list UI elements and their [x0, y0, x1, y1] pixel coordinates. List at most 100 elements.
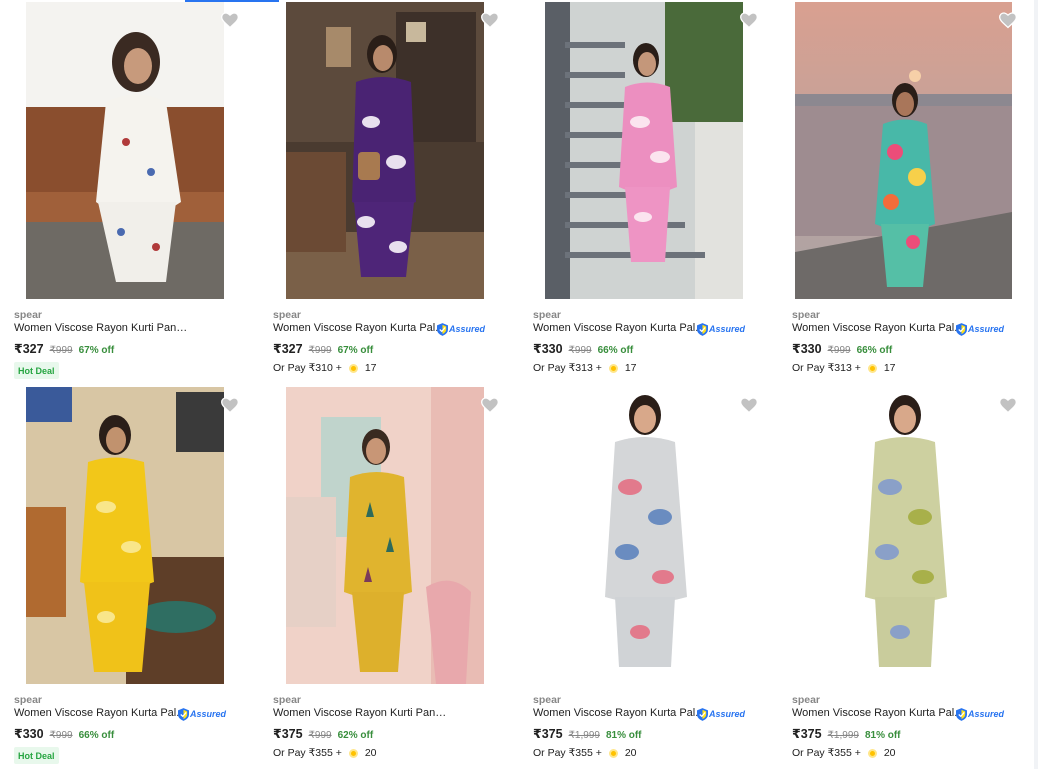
product-title[interactable]: Women Viscose Rayon Kurta Pal...	[14, 707, 185, 719]
assured-label: Assured	[709, 324, 746, 334]
hot-deal-badge: Hot Deal	[14, 362, 59, 379]
coin-icon	[608, 363, 618, 373]
price-row: ₹375 ₹999 62% off	[273, 726, 373, 741]
product-card[interactable]: spear Women Viscose Rayon Kurti Pant Set…	[259, 385, 509, 769]
product-title[interactable]: Women Viscose Rayon Kurta Pal...	[273, 322, 444, 334]
shield-check-icon	[956, 707, 967, 721]
discount-percent: 67% off	[78, 345, 115, 356]
or-pay-with-coins: Or Pay ₹355 + 20	[533, 747, 637, 759]
or-pay-with-coins: Or Pay ₹313 + 17	[792, 362, 896, 374]
wishlist-heart-icon[interactable]	[998, 395, 1018, 415]
discount-percent: 67% off	[337, 345, 374, 356]
price-row: ₹375 ₹1,999 81% off	[533, 726, 642, 741]
product-card[interactable]: spear Women Viscose Rayon Kurta Pal... A…	[778, 385, 1028, 769]
product-image[interactable]	[795, 387, 1012, 684]
selling-price: ₹330	[533, 342, 563, 356]
assured-label: Assured	[190, 709, 227, 719]
or-pay-text: Or Pay ₹355 +	[533, 747, 602, 759]
coin-icon	[867, 748, 877, 758]
wishlist-heart-icon[interactable]	[739, 10, 759, 30]
product-image[interactable]	[545, 2, 743, 299]
wishlist-heart-icon[interactable]	[998, 10, 1018, 30]
price-row: ₹327 ₹999 67% off	[14, 341, 114, 356]
shield-check-icon	[437, 322, 448, 336]
product-card[interactable]: spear Women Viscose Rayon Kurta Pal... A…	[519, 0, 769, 385]
product-image[interactable]	[545, 387, 743, 684]
selling-price: ₹375	[792, 727, 822, 741]
product-card[interactable]: spear Women Viscose Rayon Kurti Pant Set…	[0, 0, 250, 385]
product-image[interactable]	[26, 2, 224, 299]
brand-name: spear	[533, 309, 562, 321]
shield-check-icon	[956, 322, 967, 336]
assured-badge: Assured	[956, 707, 1004, 721]
selling-price: ₹327	[273, 342, 303, 356]
selling-price: ₹327	[14, 342, 44, 356]
product-card[interactable]: spear Women Viscose Rayon Kurta Pal... A…	[519, 385, 769, 769]
assured-label: Assured	[968, 709, 1005, 719]
product-card[interactable]: spear Women Viscose Rayon Kurta Pal... A…	[778, 0, 1028, 385]
or-pay-text: Or Pay ₹355 +	[792, 747, 861, 759]
coin-count: 17	[883, 362, 896, 374]
brand-name: spear	[14, 694, 43, 706]
product-grid: spear Women Viscose Rayon Kurti Pant Set…	[0, 0, 1034, 769]
original-price: ₹1,999	[568, 730, 600, 741]
product-image[interactable]	[795, 2, 1012, 299]
coin-icon	[348, 363, 358, 373]
coin-icon	[608, 748, 618, 758]
brand-name: spear	[273, 694, 302, 706]
product-image[interactable]	[26, 387, 224, 684]
product-title[interactable]: Women Viscose Rayon Kurti Pant Set	[273, 707, 449, 719]
brand-name: spear	[792, 694, 821, 706]
or-pay-text: Or Pay ₹313 +	[792, 362, 861, 374]
coin-count: 20	[883, 747, 896, 759]
product-title[interactable]: Women Viscose Rayon Kurta Pal...	[792, 322, 963, 334]
discount-percent: 66% off	[597, 345, 634, 356]
or-pay-text: Or Pay ₹313 +	[533, 362, 602, 374]
coin-count: 17	[364, 362, 377, 374]
selling-price: ₹375	[273, 727, 303, 741]
original-price: ₹999	[308, 730, 332, 741]
or-pay-text: Or Pay ₹310 +	[273, 362, 342, 374]
original-price: ₹1,999	[827, 730, 859, 741]
coin-count: 17	[624, 362, 637, 374]
coin-count: 20	[364, 747, 377, 759]
or-pay-text: Or Pay ₹355 +	[273, 747, 342, 759]
shield-check-icon	[697, 707, 708, 721]
original-price: ₹999	[827, 345, 851, 356]
assured-badge: Assured	[956, 322, 1004, 336]
shield-check-icon	[178, 707, 189, 721]
product-title[interactable]: Women Viscose Rayon Kurti Pant Set	[14, 322, 190, 334]
price-row: ₹330 ₹999 66% off	[533, 341, 633, 356]
wishlist-heart-icon[interactable]	[739, 395, 759, 415]
product-image[interactable]	[286, 2, 484, 299]
wishlist-heart-icon[interactable]	[220, 10, 240, 30]
shield-check-icon	[697, 322, 708, 336]
hot-deal-badge: Hot Deal	[14, 747, 59, 764]
original-price: ₹999	[308, 345, 332, 356]
coin-icon	[348, 748, 358, 758]
discount-percent: 66% off	[78, 730, 115, 741]
product-title[interactable]: Women Viscose Rayon Kurta Pal...	[792, 707, 963, 719]
selling-price: ₹330	[14, 727, 44, 741]
original-price: ₹999	[568, 345, 592, 356]
assured-badge: Assured	[437, 322, 485, 336]
brand-name: spear	[792, 309, 821, 321]
wishlist-heart-icon[interactable]	[480, 395, 500, 415]
price-row: ₹327 ₹999 67% off	[273, 341, 373, 356]
coin-count: 20	[624, 747, 637, 759]
product-card[interactable]: spear Women Viscose Rayon Kurta Pal... A…	[259, 0, 509, 385]
wishlist-heart-icon[interactable]	[220, 395, 240, 415]
product-image[interactable]	[286, 387, 484, 684]
brand-name: spear	[14, 309, 43, 321]
assured-label: Assured	[709, 709, 746, 719]
discount-percent: 66% off	[856, 345, 893, 356]
assured-badge: Assured	[697, 707, 745, 721]
assured-badge: Assured	[697, 322, 745, 336]
wishlist-heart-icon[interactable]	[480, 10, 500, 30]
or-pay-with-coins: Or Pay ₹355 + 20	[792, 747, 896, 759]
assured-label: Assured	[449, 324, 486, 334]
product-card[interactable]: spear Women Viscose Rayon Kurta Pal... A…	[0, 385, 250, 769]
brand-name: spear	[533, 694, 562, 706]
product-title[interactable]: Women Viscose Rayon Kurta Pal...	[533, 707, 704, 719]
product-title[interactable]: Women Viscose Rayon Kurta Pal...	[533, 322, 704, 334]
